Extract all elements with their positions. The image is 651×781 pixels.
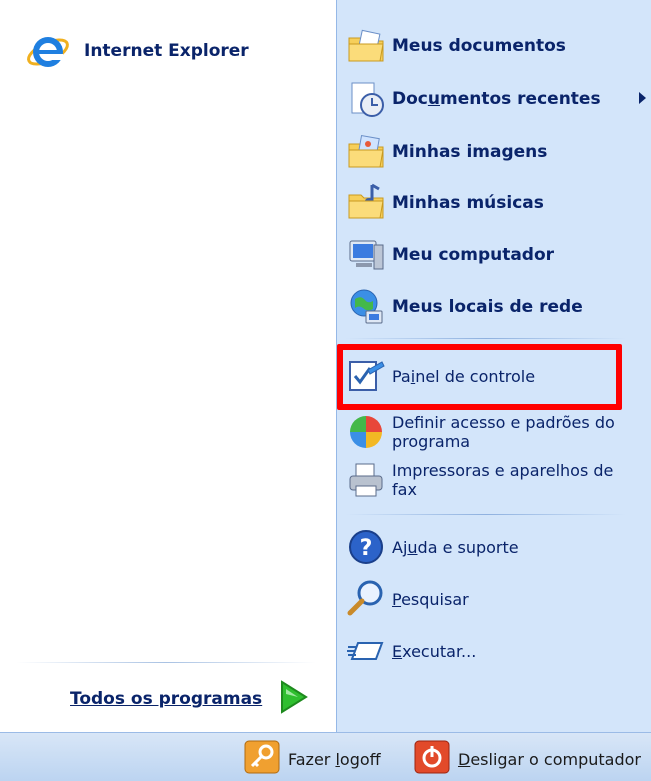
recent-documents-icon: [346, 79, 386, 119]
red-highlight-box: [337, 344, 622, 410]
run-label: Executar...: [392, 641, 477, 661]
power-icon: [414, 740, 450, 778]
shut-down-label: Desligar o computador: [458, 749, 641, 769]
run-icon: [346, 631, 386, 671]
key-icon: [244, 740, 280, 778]
search-icon: [346, 579, 386, 619]
printers-and-faxes-item[interactable]: Impressoras e aparelhos de fax: [346, 460, 613, 500]
program-access-icon: [346, 412, 386, 452]
right-separator-1: [346, 338, 626, 339]
my-music-item[interactable]: Minhas músicas: [346, 183, 544, 223]
search-item[interactable]: Pesquisar: [346, 579, 469, 619]
svg-text:?: ?: [360, 536, 373, 561]
log-off-button[interactable]: Fazer logoff: [244, 740, 381, 778]
help-and-support-item[interactable]: ? Ajuda e suporte: [346, 527, 519, 567]
right-separator-2: [346, 514, 626, 515]
set-program-access-item[interactable]: Definir acesso e padrões do programa: [346, 412, 615, 452]
shut-down-button[interactable]: Desligar o computador: [414, 740, 641, 778]
help-and-support-label: Ajuda e suporte: [392, 537, 519, 557]
log-off-label: Fazer logoff: [288, 749, 381, 769]
folder-music-icon: [346, 183, 386, 223]
folder-pictures-icon: [346, 132, 386, 172]
search-label: Pesquisar: [392, 589, 469, 609]
green-arrow-icon: [278, 680, 309, 718]
my-documents-item[interactable]: Meus documentos: [346, 26, 566, 66]
left-panel: Internet Explorer Todos os programas: [0, 0, 336, 732]
printer-icon: [346, 460, 386, 500]
folder-documents-icon: [346, 26, 386, 66]
my-computer-label: Meu computador: [392, 245, 555, 265]
network-globe-icon: [346, 287, 386, 327]
my-documents-label: Meus documentos: [392, 36, 566, 56]
run-item[interactable]: Executar...: [346, 631, 476, 671]
my-pictures-label: Minhas imagens: [392, 142, 548, 162]
start-menu: Internet Explorer Todos os programas Meu…: [0, 0, 651, 781]
my-network-places-item[interactable]: Meus locais de rede: [346, 287, 583, 327]
internet-explorer-label: Internet Explorer: [84, 41, 249, 61]
my-network-places-label: Meus locais de rede: [392, 297, 583, 317]
internet-explorer-icon: [24, 28, 72, 74]
recent-documents-item[interactable]: Documentos recentes: [346, 79, 601, 119]
help-icon: ?: [346, 527, 386, 567]
my-computer-item[interactable]: Meu computador: [346, 235, 554, 275]
set-program-access-label: Definir acesso e padrões do programa: [392, 413, 615, 451]
internet-explorer-item[interactable]: Internet Explorer: [24, 28, 249, 74]
submenu-arrow-icon: [639, 92, 646, 104]
recent-documents-label: Documentos recentes: [392, 89, 601, 109]
all-programs-label: Todos os programas: [70, 689, 263, 709]
printers-and-faxes-label: Impressoras e aparelhos de fax: [392, 461, 614, 499]
all-programs-button[interactable]: Todos os programas: [70, 680, 309, 718]
my-pictures-item[interactable]: Minhas imagens: [346, 132, 547, 172]
left-separator: [16, 662, 316, 663]
my-music-label: Minhas músicas: [392, 193, 544, 213]
computer-icon: [346, 235, 386, 275]
